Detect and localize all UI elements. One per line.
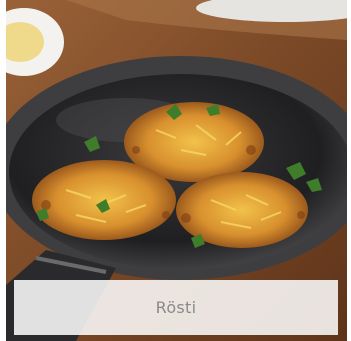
rosti-cake-left: [32, 160, 176, 240]
recipe-title: Rösti: [155, 298, 197, 317]
recipe-caption[interactable]: Rösti: [14, 280, 338, 335]
recipe-card[interactable]: Rösti: [0, 0, 351, 341]
